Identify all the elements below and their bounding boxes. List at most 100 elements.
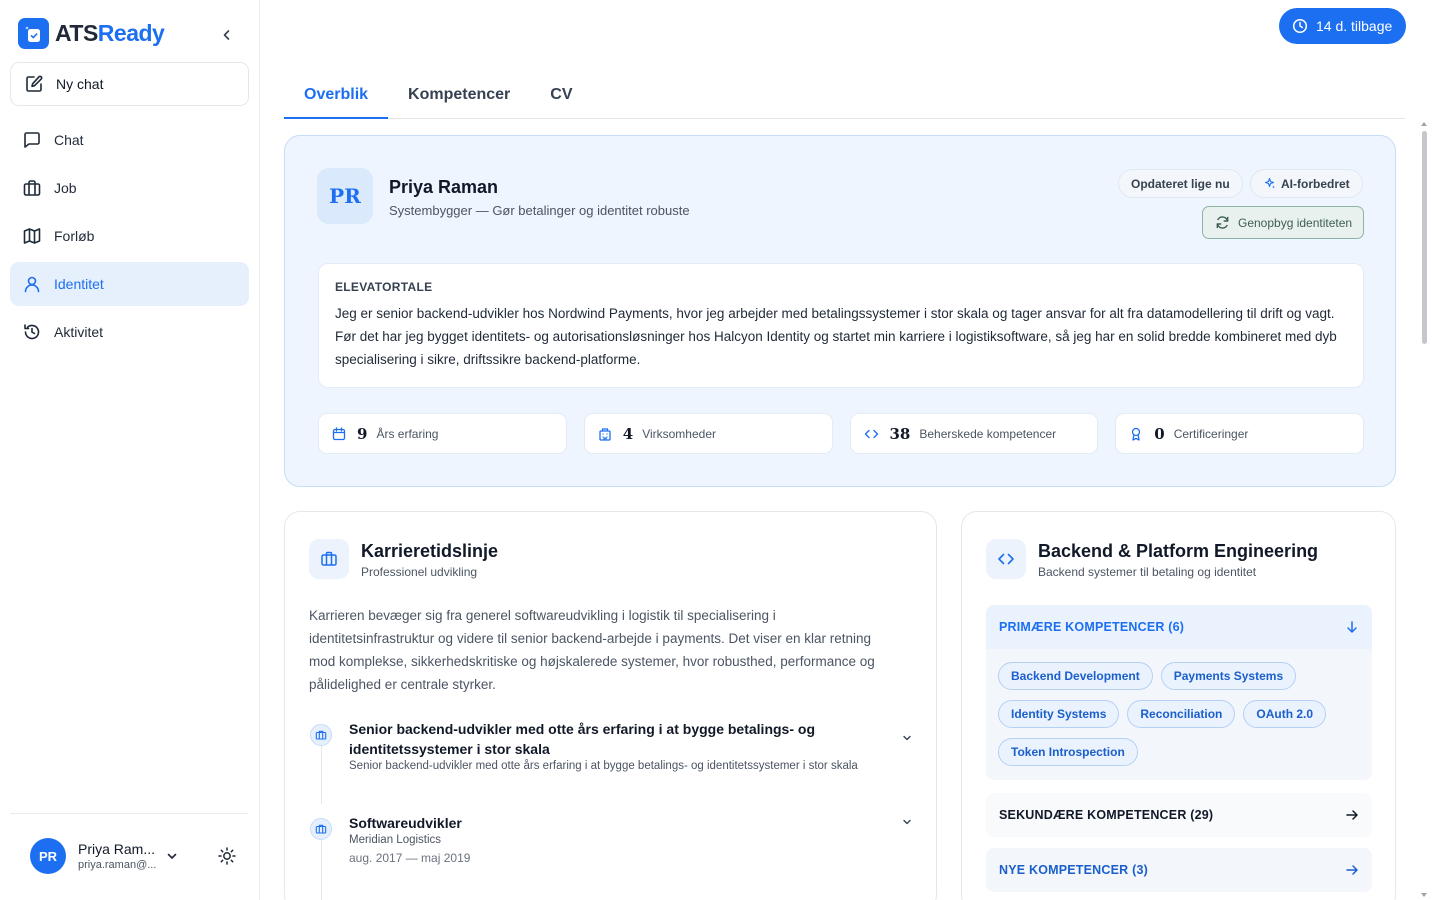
clock-icon (1292, 18, 1308, 34)
secondary-skills-label: SEKUNDÆRE KOMPETENCER (29) (999, 808, 1214, 822)
chevron-down-icon[interactable] (165, 849, 179, 863)
stat-years: 9 Års erfaring (318, 413, 567, 454)
new-chat-label: Ny chat (56, 76, 104, 92)
stat-label: Virksomheder (642, 426, 716, 441)
briefcase-icon (309, 539, 349, 579)
user-email: priya.raman@... (78, 859, 157, 871)
skill-chip[interactable]: Backend Development (998, 662, 1153, 690)
new-skills-group: NYE KOMPETENCER (3) (986, 848, 1372, 892)
primary-skills-group: PRIMÆRE KOMPETENCER (6) Backend Developm… (986, 605, 1372, 780)
brand-prefix: ATS (55, 20, 98, 46)
sidebar-item-aktivitet[interactable]: Aktivitet (10, 310, 249, 354)
profile-avatar: PR (317, 168, 373, 224)
history-icon (22, 322, 42, 342)
chat-icon (22, 130, 42, 150)
skill-chip[interactable]: Payments Systems (1160, 662, 1297, 690)
edit-icon (24, 74, 44, 94)
trial-remaining-button[interactable]: 14 d. tilbage (1279, 8, 1406, 44)
elevator-pitch: ELEVATORTALE Jeg er senior backend-udvik… (318, 263, 1364, 388)
rebuild-label: Genopbyg identiteten (1238, 215, 1353, 230)
brand-suffix: Ready (97, 20, 165, 46)
chevron-left-icon (223, 30, 230, 40)
secondary-skills-group: SEKUNDÆRE KOMPETENCER (29) (986, 793, 1372, 837)
timeline-connector (321, 840, 322, 900)
timeline-entry-company: Meridian Logistics (349, 834, 442, 846)
tab-kompetencer[interactable]: Kompetencer (388, 72, 530, 118)
timeline-entry-date: aug. 2017 — maj 2019 (349, 851, 471, 865)
chevron-down-icon[interactable] (901, 816, 913, 828)
skill-chip[interactable]: Identity Systems (998, 700, 1120, 728)
scroll-down-arrow[interactable] (1421, 893, 1427, 897)
code-icon (986, 539, 1026, 579)
skills-title: Backend & Platform Engineering (1038, 541, 1319, 561)
sidebar: ATSReady Ny chat Chat Job Forløb Identit… (0, 0, 260, 900)
skill-chip[interactable]: Token Introspection (998, 738, 1138, 766)
sidebar-item-label: Identitet (54, 276, 104, 292)
stat-companies: 4 Virksomheder (583, 413, 833, 454)
chevron-down-icon[interactable] (901, 732, 913, 744)
sidebar-item-forloeb[interactable]: Forløb (10, 214, 249, 258)
career-summary: Karrieren bevæger sig fra generel softwa… (309, 608, 875, 692)
sidebar-item-label: Job (54, 180, 77, 196)
stat-value: 9 (357, 424, 368, 443)
career-subtitle: Professionel udvikling (361, 565, 478, 579)
skill-chip[interactable]: Reconciliation (1127, 700, 1236, 728)
skill-chip[interactable]: OAuth 2.0 (1243, 700, 1327, 728)
tab-cv[interactable]: CV (530, 72, 592, 118)
sidebar-item-label: Chat (54, 132, 84, 148)
sun-icon (218, 847, 236, 865)
stat-skills: 38 Beherskede kompetencer (849, 413, 1099, 454)
sidebar-item-identitet[interactable]: Identitet (10, 262, 249, 306)
award-icon (1129, 427, 1143, 441)
primary-skills-toggle[interactable]: PRIMÆRE KOMPETENCER (6) (986, 605, 1372, 649)
career-timeline-card: Karrieretidslinje Professionel udvikling… (284, 511, 937, 900)
profile-card: PR Priya Raman Systembygger — Gør betali… (284, 135, 1396, 487)
new-skills-label: NYE KOMPETENCER (3) (999, 863, 1148, 877)
career-title: Karrieretidslinje (361, 541, 499, 561)
new-skills-toggle[interactable]: NYE KOMPETENCER (3) (986, 848, 1372, 892)
brand-logo[interactable]: ATSReady (18, 18, 165, 49)
profile-tagline: Systembygger — Gør betalinger og identit… (389, 203, 690, 218)
new-chat-button[interactable]: Ny chat (10, 62, 249, 106)
scroll-up-arrow[interactable] (1421, 122, 1427, 126)
stat-value: 4 (622, 424, 634, 443)
profile-name: Priya Raman (389, 177, 499, 197)
arrow-down-icon (1345, 620, 1359, 634)
tab-overblik[interactable]: Overblik (284, 72, 389, 119)
stat-certifications: 0 Certificeringer (1115, 413, 1364, 454)
trial-label: 14 d. tilbage (1316, 18, 1393, 34)
sidebar-item-chat[interactable]: Chat (10, 118, 249, 162)
briefcase-icon (22, 178, 42, 198)
primary-skill-chips: Backend Development Payments Systems Ide… (986, 649, 1372, 766)
primary-skills-label: PRIMÆRE KOMPETENCER (6) (999, 620, 1185, 634)
rebuild-identity-button[interactable]: Genopbyg identiteten (1202, 206, 1364, 239)
building-icon (598, 427, 612, 441)
profile-stats: 9 Års erfaring 4 Virksomheder 38 Behersk… (318, 413, 1364, 454)
map-icon (22, 226, 42, 246)
timeline-entry-subtitle: Senior backend-udvikler med otte års erf… (349, 760, 858, 772)
stat-value: 38 (889, 424, 911, 443)
skills-subtitle: Backend systemer til betaling og identit… (1038, 565, 1257, 579)
sidebar-nav: Chat Job Forløb Identitet Aktivitet (10, 118, 249, 358)
sparkle-icon (1263, 177, 1276, 190)
calendar-icon (332, 426, 346, 441)
stat-label: Års erfaring (376, 426, 439, 441)
arrow-right-icon (1345, 808, 1359, 822)
timeline-connector (321, 746, 322, 804)
user-icon (22, 274, 42, 294)
identity-tabs: Overblik Kompetencer CV (284, 72, 1405, 119)
avatar: PR (30, 838, 66, 874)
scrollbar-thumb[interactable] (1422, 131, 1427, 344)
skills-card: Backend & Platform Engineering Backend s… (961, 511, 1396, 900)
user-menu[interactable]: PR Priya Ram... priya.raman@... (30, 838, 177, 874)
sidebar-item-label: Aktivitet (54, 324, 104, 340)
elevator-text: Jeg er senior backend-udvikler hos Nordw… (335, 306, 1337, 367)
theme-toggle-button[interactable] (217, 846, 237, 866)
timeline-entry-title: Senior backend-udvikler med otte års erf… (349, 721, 815, 757)
sidebar-item-job[interactable]: Job (10, 166, 249, 210)
ai-enhanced-badge: AI-forbedret (1250, 169, 1363, 198)
secondary-skills-toggle[interactable]: SEKUNDÆRE KOMPETENCER (29) (986, 793, 1372, 837)
updated-badge: Opdateret lige nu (1118, 169, 1243, 198)
code-icon (864, 427, 879, 441)
collapse-sidebar-button[interactable] (216, 24, 238, 46)
